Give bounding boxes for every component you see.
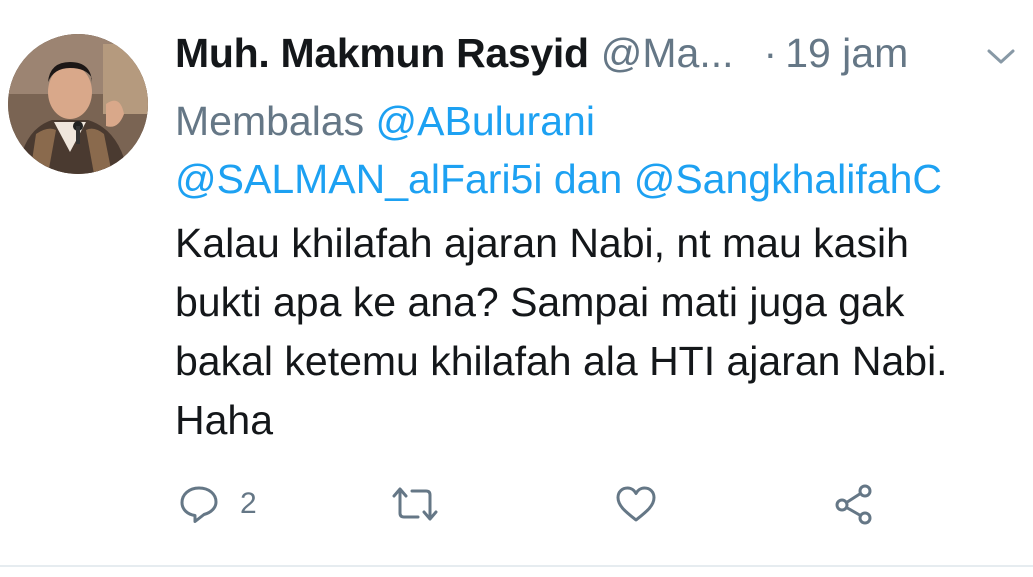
time-separator: · [763, 30, 778, 76]
reply-mention-salman[interactable]: @SALMAN_alFari5i [175, 156, 542, 202]
reply-mention-abulurani[interactable]: @ABulurani [376, 98, 595, 144]
reply-icon [178, 483, 220, 525]
share-icon [832, 483, 876, 525]
like-button[interactable] [614, 478, 678, 530]
reply-prefix: Membalas [175, 98, 365, 144]
reply-context: Membalas @ABulurani @SALMAN_alFari5i dan… [175, 92, 1015, 208]
share-button[interactable] [832, 478, 876, 530]
avatar[interactable] [8, 34, 148, 174]
retweet-icon [390, 483, 440, 525]
retweet-button[interactable] [390, 478, 460, 530]
author-handle[interactable]: @Ma... [601, 30, 734, 77]
heart-icon [614, 483, 658, 525]
tweet-header: Muh. Makmun Rasyid @Ma... · 19 jam [175, 30, 908, 86]
reply-count: 2 [240, 487, 257, 520]
tweet-card[interactable]: Muh. Makmun Rasyid @Ma... · 19 jam Memba… [0, 0, 1033, 577]
reply-and: dan [553, 156, 623, 202]
tweet-text: Kalau khilafah ajaran Nabi, nt mau kasih… [175, 220, 948, 443]
tweet-actions: 2 [178, 478, 1028, 530]
divider [0, 565, 1033, 567]
tweet-time[interactable]: 19 jam [785, 30, 908, 77]
reply-button[interactable]: 2 [178, 478, 257, 530]
reply-mention-sangkhalifah[interactable]: @SangkhalifahC [634, 156, 942, 202]
chevron-down-icon[interactable] [984, 46, 1018, 68]
author-name[interactable]: Muh. Makmun Rasyid [175, 30, 589, 77]
